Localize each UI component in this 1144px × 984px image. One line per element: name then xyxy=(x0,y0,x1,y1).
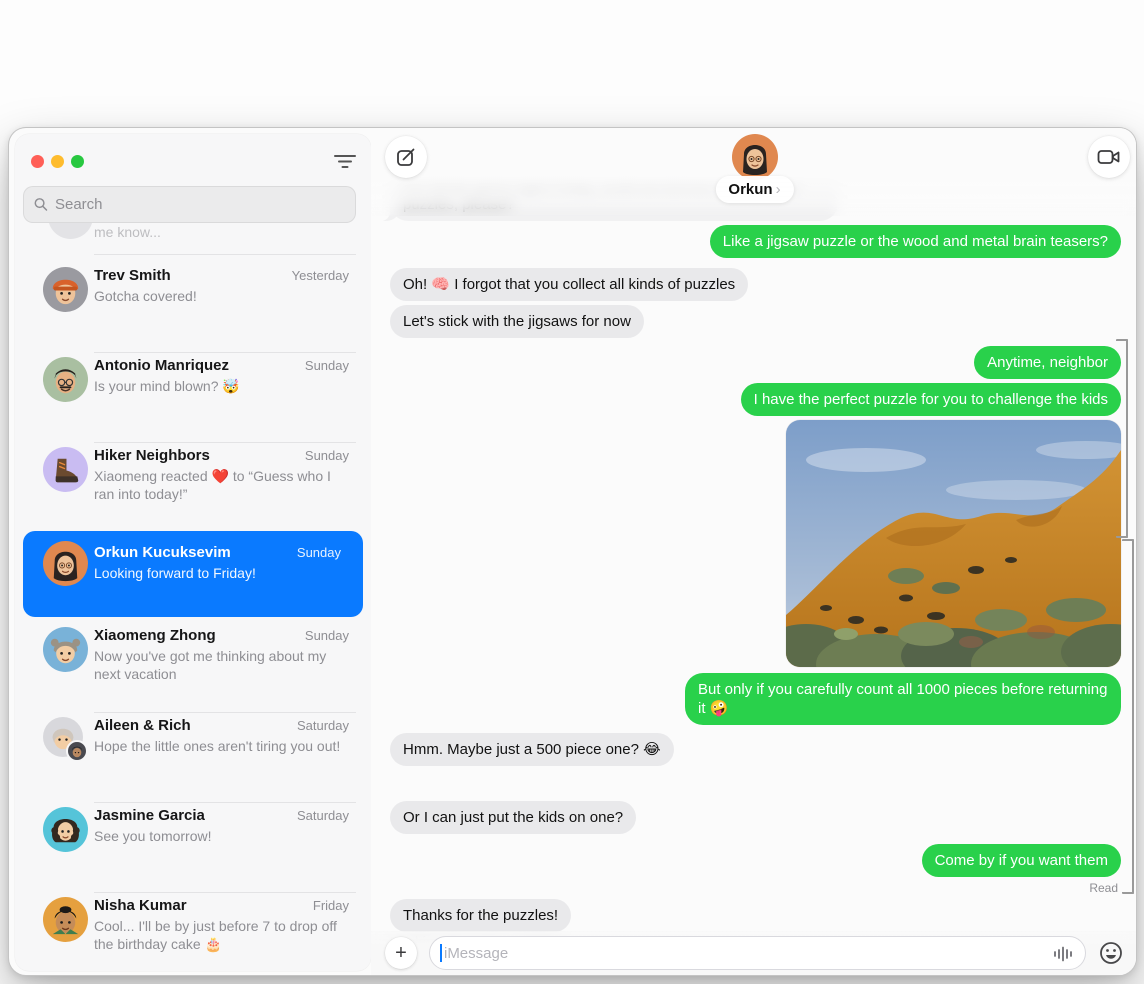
search-input[interactable] xyxy=(54,196,345,213)
conversation-row-antonio-manriquez[interactable]: Antonio Manriquez Sunday Is your mind bl… xyxy=(15,353,371,443)
conversation-name: Hiker Neighbors xyxy=(94,447,210,464)
outgoing-message-bubble[interactable]: But only if you carefully count all 1000… xyxy=(685,673,1130,725)
message-row: Come by if you want them xyxy=(390,844,1131,877)
filter-icon xyxy=(334,155,356,168)
zoom-window-button[interactable] xyxy=(71,155,84,168)
message-row: Like a jigsaw puzzle or the wood and met… xyxy=(390,225,1131,258)
message-row: Let's stick with the jigsaws for now xyxy=(381,305,1121,338)
conversation-time: Sunday xyxy=(304,358,349,373)
close-window-button[interactable] xyxy=(31,155,44,168)
avatar xyxy=(66,740,88,762)
conversation-time: Saturday xyxy=(296,718,349,733)
message-row: Hmm. Maybe just a 500 piece one? 😂 xyxy=(381,733,1121,766)
video-camera-icon xyxy=(1097,150,1120,164)
smiley-icon xyxy=(1100,941,1122,964)
divider xyxy=(94,254,356,255)
conversation-time: Sunday xyxy=(304,448,349,463)
conversation-preview: Hope the little ones aren't tiring you o… xyxy=(94,738,341,754)
chevron-right-icon: › xyxy=(775,181,781,198)
conversation-preview: Looking forward to Friday! xyxy=(94,565,256,581)
conversation-row-jasmine-garcia[interactable]: Jasmine Garcia Saturday See you tomorrow… xyxy=(15,803,371,893)
incoming-message-bubble[interactable]: Hmm. Maybe just a 500 piece one? 😂 xyxy=(381,733,674,766)
message-input-field[interactable] xyxy=(429,936,1086,970)
callout-bracket xyxy=(1122,539,1134,894)
sidebar: me know... Trev Smith Yesterday Gotcha c… xyxy=(15,134,371,971)
text-cursor xyxy=(440,944,442,962)
conversation-name: Nisha Kumar xyxy=(94,897,187,914)
conversation-name: Antonio Manriquez xyxy=(94,357,229,374)
minimize-window-button[interactable] xyxy=(51,155,64,168)
incoming-message-bubble[interactable]: Let's stick with the jigsaws for now xyxy=(381,305,644,338)
conversation-header: Orkun › xyxy=(371,128,1136,216)
message-row: Anytime, neighbor xyxy=(390,346,1121,379)
conversation-time: Yesterday xyxy=(291,268,349,283)
outgoing-message-bubble[interactable]: Like a jigsaw puzzle or the wood and met… xyxy=(709,225,1131,258)
avatar xyxy=(43,267,88,312)
contact-details-button[interactable]: Orkun › xyxy=(715,176,794,203)
conversation-row-xiaomeng-zhong[interactable]: Xiaomeng Zhong Sunday Now you've got me … xyxy=(15,623,371,713)
desktop-background: me know... Trev Smith Yesterday Gotcha c… xyxy=(0,0,1144,984)
avatar xyxy=(43,627,88,672)
conversation-name: Aileen & Rich xyxy=(94,717,191,734)
outgoing-message-bubble[interactable]: Come by if you want them xyxy=(921,844,1131,877)
conversation-row-hiker-neighbors[interactable]: Hiker Neighbors Sunday Xiaomeng reacted … xyxy=(15,443,371,533)
conversation-preview: me know... xyxy=(94,224,161,240)
message-row: But only if you carefully count all 1000… xyxy=(390,673,1130,725)
conversation-preview: Is your mind blown? 🤯 xyxy=(94,378,240,394)
compose-new-message-button[interactable] xyxy=(385,136,427,178)
contact-avatar[interactable] xyxy=(731,134,778,180)
avatar xyxy=(43,447,88,492)
conversation-time: Sunday xyxy=(296,545,341,560)
message-input[interactable] xyxy=(443,944,1049,962)
search-field[interactable] xyxy=(23,186,356,223)
avatar-group xyxy=(43,717,88,762)
conversation-time: Saturday xyxy=(296,808,349,823)
conversation-pane: For family game night Friday, could we b… xyxy=(371,128,1136,975)
avatar xyxy=(43,897,88,942)
outgoing-message-bubble[interactable]: I have the perfect puzzle for you to cha… xyxy=(740,383,1121,416)
conversation-name: Xiaomeng Zhong xyxy=(94,627,216,644)
conversation-row-trev-smith[interactable]: Trev Smith Yesterday Gotcha covered! xyxy=(15,263,371,353)
audio-waveform-icon[interactable] xyxy=(1053,946,1073,967)
search-icon xyxy=(34,198,48,211)
conversation-preview: Gotcha covered! xyxy=(94,288,197,304)
read-receipt: Read xyxy=(1089,881,1118,895)
conversation-preview: Cool... I'll be by just before 7 to drop… xyxy=(94,918,337,952)
conversation-time: Friday xyxy=(312,898,349,913)
filter-conversations-button[interactable] xyxy=(331,151,359,173)
incoming-message-bubble[interactable]: Or I can just put the kids on one? xyxy=(380,801,637,834)
message-composer: + xyxy=(371,931,1136,975)
conversation-preview: See you tomorrow! xyxy=(94,828,212,844)
incoming-message-bubble[interactable]: Oh! 🧠 I forgot that you collect all kind… xyxy=(390,268,749,301)
message-row xyxy=(390,420,1121,667)
facetime-video-button[interactable] xyxy=(1088,136,1130,178)
message-row: Oh! 🧠 I forgot that you collect all kind… xyxy=(390,268,1121,301)
add-attachment-button[interactable]: + xyxy=(385,937,417,969)
conversation-row-aileen-and-rich[interactable]: Aileen & Rich Saturday Hope the little o… xyxy=(15,713,371,803)
contact-name: Orkun xyxy=(728,181,773,198)
hiking-boot-icon xyxy=(55,458,79,483)
incoming-message-bubble[interactable]: Thanks for the puzzles! xyxy=(380,899,572,932)
compose-icon xyxy=(397,148,415,166)
avatar xyxy=(43,357,88,402)
sand-dunes-image xyxy=(786,420,1121,667)
callout-bracket xyxy=(1116,339,1128,538)
conversation-preview: Now you've got me thinking about my next… xyxy=(94,648,327,682)
message-row: Thanks for the puzzles! xyxy=(380,899,1121,932)
photo-attachment-sand-dunes[interactable] xyxy=(786,420,1121,667)
conversation-name: Trev Smith xyxy=(94,267,171,284)
conversation-row-nisha-kumar[interactable]: Nisha Kumar Friday Cool... I'll be by ju… xyxy=(15,893,371,971)
conversation-row-orkun-kucuksevim[interactable]: Orkun Kucuksevim Sunday Looking forward … xyxy=(23,531,363,617)
outgoing-message-bubble[interactable]: Anytime, neighbor xyxy=(974,346,1121,379)
message-row: Or I can just put the kids on one? xyxy=(380,801,1121,834)
conversation-time: Sunday xyxy=(304,628,349,643)
avatar xyxy=(43,807,88,852)
messages-window: me know... Trev Smith Yesterday Gotcha c… xyxy=(8,127,1137,976)
conversation-name: Jasmine Garcia xyxy=(94,807,205,824)
emoji-picker-button[interactable] xyxy=(1096,939,1126,969)
conversation-name: Orkun Kucuksevim xyxy=(94,544,231,561)
message-row: I have the perfect puzzle for you to cha… xyxy=(390,383,1121,416)
avatar xyxy=(43,541,88,586)
conversation-preview: Xiaomeng reacted ❤️ to “Guess who I ran … xyxy=(94,468,331,502)
